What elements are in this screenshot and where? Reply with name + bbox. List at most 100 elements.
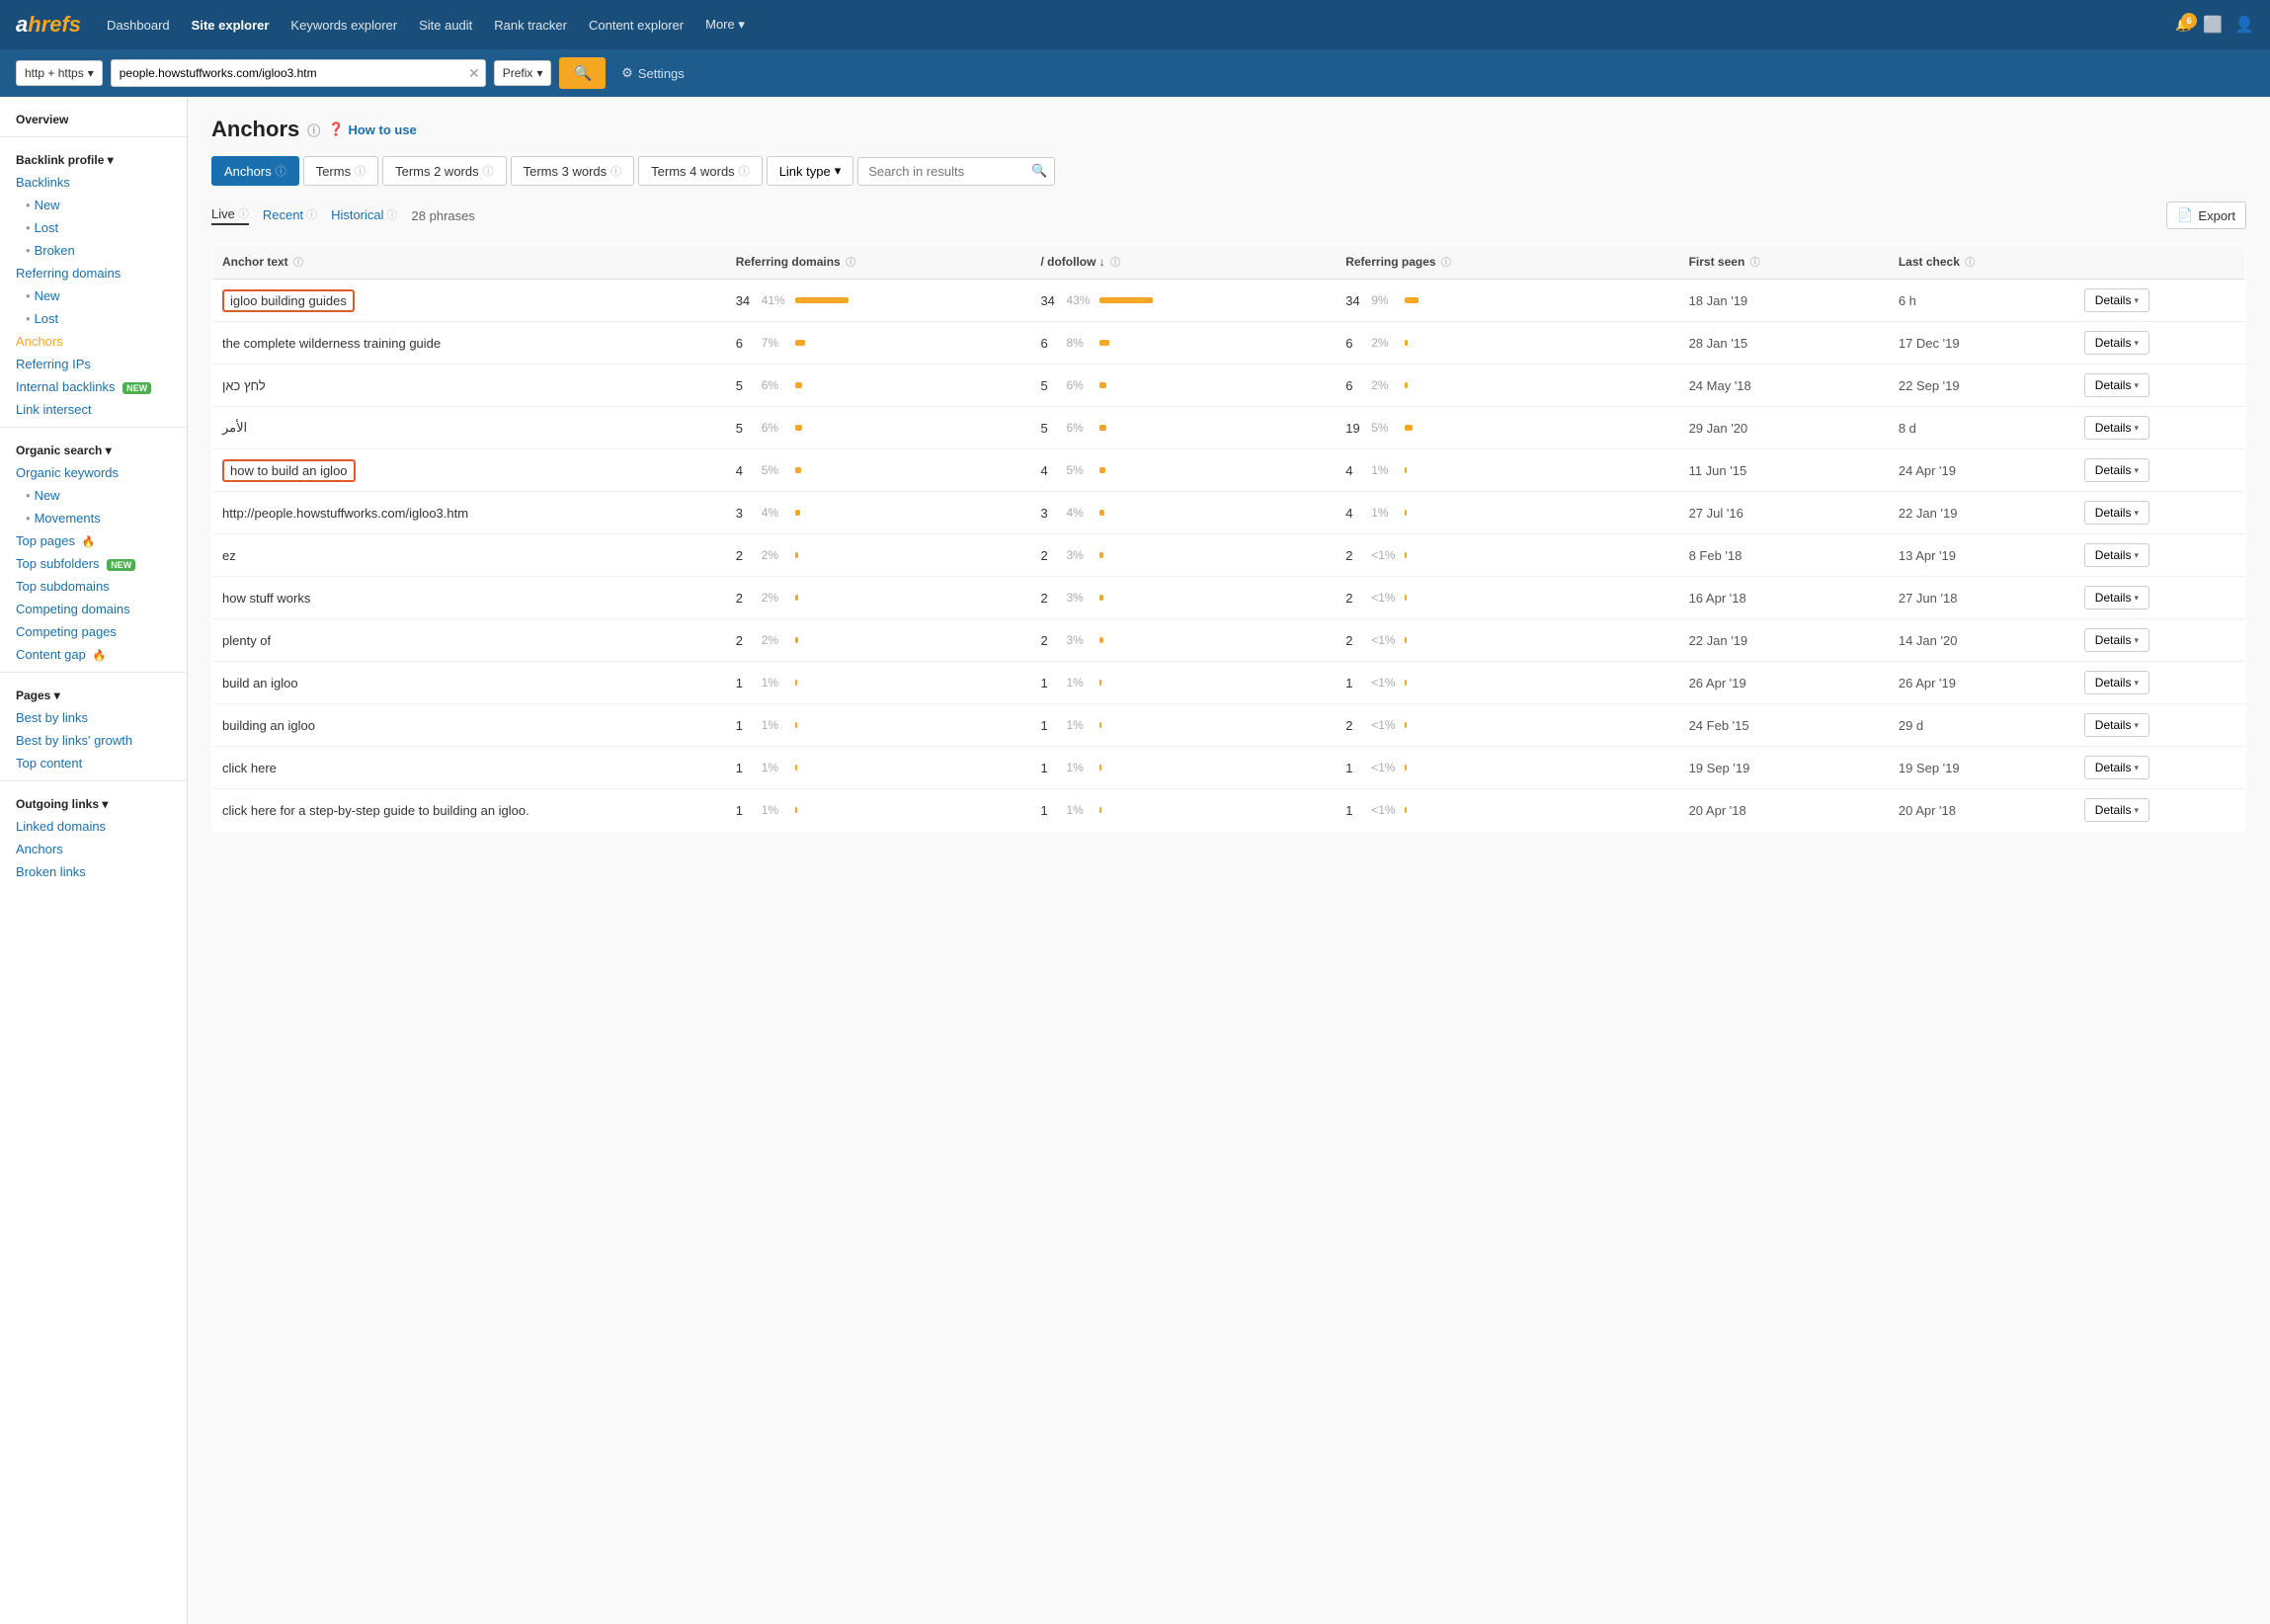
last-check-cell: 17 Dec '19 [1889, 322, 2074, 365]
top-nav: ahrefs Dashboard Site explorer Keywords … [0, 0, 2270, 49]
user-icon[interactable]: 👤 [2234, 15, 2254, 35]
how-to-use-link[interactable]: ❓ How to use [328, 122, 417, 137]
details-button[interactable]: Details ▾ [2084, 671, 2149, 694]
details-button[interactable]: Details ▾ [2084, 416, 2149, 440]
tab-terms[interactable]: Terms ⓘ [303, 156, 378, 186]
tab-terms-2[interactable]: Terms 2 words ⓘ [382, 156, 507, 186]
col-header-dofollow: / dofollow ↓ ⓘ [1030, 244, 1336, 280]
data-tab-historical[interactable]: Historical ⓘ [331, 206, 397, 224]
details-button[interactable]: Details ▾ [2084, 288, 2149, 312]
sidebar-item-broken-links[interactable]: Broken links [0, 860, 187, 883]
details-button[interactable]: Details ▾ [2084, 628, 2149, 652]
nav-dashboard[interactable]: Dashboard [99, 14, 178, 37]
details-button[interactable]: Details ▾ [2084, 501, 2149, 525]
action-cell: Details ▾ [2074, 407, 2246, 449]
sidebar-item-outgoing-anchors[interactable]: Anchors [0, 838, 187, 860]
anchor-text[interactable]: how stuff works [222, 591, 310, 606]
link-type-filter[interactable]: Link type ▾ [767, 156, 854, 186]
anchor-text[interactable]: http://people.howstuffworks.com/igloo3.h… [222, 506, 468, 521]
anchor-text[interactable]: לחץ כאן [222, 378, 266, 393]
data-tab-live[interactable]: Live ⓘ [211, 205, 249, 225]
sidebar-item-organic-keywords[interactable]: Organic keywords [0, 461, 187, 484]
nav-more[interactable]: More ▾ [697, 13, 753, 37]
sidebar-item-top-content[interactable]: Top content [0, 752, 187, 774]
anchor-text[interactable]: the complete wilderness training guide [222, 336, 441, 351]
first-seen-cell: 29 Jan '20 [1679, 407, 1889, 449]
logo[interactable]: ahrefs [16, 12, 81, 38]
details-button[interactable]: Details ▾ [2084, 713, 2149, 737]
nav-keywords-explorer[interactable]: Keywords explorer [283, 14, 405, 37]
first-seen-cell: 27 Jul '16 [1679, 492, 1889, 534]
nav-rank-tracker[interactable]: Rank tracker [486, 14, 575, 37]
anchor-text[interactable]: build an igloo [222, 676, 298, 690]
table-row: click here11%11%1<1%19 Sep '1919 Sep '19… [212, 747, 2246, 789]
sidebar-item-new[interactable]: •New [0, 194, 187, 216]
sidebar-item-broken[interactable]: •Broken [0, 239, 187, 262]
data-tab-recent[interactable]: Recent ⓘ [263, 206, 317, 224]
anchor-text[interactable]: igloo building guides [222, 289, 355, 312]
anchor-text[interactable]: how to build an igloo [222, 459, 356, 482]
sidebar-item-anchors[interactable]: Anchors [0, 330, 187, 353]
details-button[interactable]: Details ▾ [2084, 586, 2149, 609]
sidebar-item-movements[interactable]: •Movements [0, 507, 187, 529]
rd-cell: 22% [726, 619, 1031, 662]
anchor-text[interactable]: plenty of [222, 633, 271, 648]
monitor-icon[interactable]: ⬜ [2203, 15, 2223, 35]
nav-site-explorer[interactable]: Site explorer [184, 14, 278, 37]
sidebar-item-referring-ips[interactable]: Referring IPs [0, 353, 187, 375]
search-results-input[interactable] [857, 157, 1055, 186]
protocol-select[interactable]: http + https ▾ [16, 60, 103, 86]
export-button[interactable]: 📄 Export [2166, 202, 2246, 229]
sidebar-item-linked-domains[interactable]: Linked domains [0, 815, 187, 838]
sidebar-item-content-gap[interactable]: Content gap 🔥 [0, 643, 187, 666]
bell-icon[interactable]: 🔔 6 [2175, 17, 2191, 33]
data-bar-left: Live ⓘ Recent ⓘ Historical ⓘ 28 phrases [211, 205, 475, 225]
sidebar-item-lost[interactable]: •Lost [0, 216, 187, 239]
historical-info-icon: ⓘ [387, 206, 398, 222]
nav-content-explorer[interactable]: Content explorer [581, 14, 691, 37]
sidebar-item-top-pages[interactable]: Top pages 🔥 [0, 529, 187, 552]
tab-terms-4[interactable]: Terms 4 words ⓘ [638, 156, 763, 186]
sidebar-item-referring-lost[interactable]: •Lost [0, 307, 187, 330]
sidebar-item-competing-pages[interactable]: Competing pages [0, 620, 187, 643]
sidebar-item-referring-domains[interactable]: Referring domains [0, 262, 187, 284]
sidebar-item-internal-backlinks[interactable]: Internal backlinks NEW [0, 375, 187, 398]
settings-button[interactable]: ⚙ Settings [621, 65, 685, 81]
anchor-text[interactable]: click here for a step-by-step guide to b… [222, 803, 529, 818]
url-input[interactable] [111, 59, 486, 87]
tab-anchors[interactable]: Anchors ⓘ [211, 156, 299, 186]
tab-terms-info: ⓘ [355, 163, 365, 179]
details-button[interactable]: Details ▾ [2084, 798, 2149, 822]
title-info-icon[interactable]: ⓘ [307, 121, 320, 139]
details-button[interactable]: Details ▾ [2084, 756, 2149, 779]
sidebar-item-link-intersect[interactable]: Link intersect [0, 398, 187, 421]
first-seen-cell: 19 Sep '19 [1679, 747, 1889, 789]
anchor-text[interactable]: ez [222, 548, 236, 563]
col-header-first: First seen ⓘ [1679, 244, 1889, 280]
anchor-text[interactable]: click here [222, 761, 277, 775]
sidebar-item-best-by-links-growth[interactable]: Best by links' growth [0, 729, 187, 752]
tab-terms-3[interactable]: Terms 3 words ⓘ [511, 156, 635, 186]
details-button[interactable]: Details ▾ [2084, 373, 2149, 397]
details-button[interactable]: Details ▾ [2084, 331, 2149, 355]
mode-select[interactable]: Prefix ▾ [494, 60, 552, 86]
search-button[interactable]: 🔍 [559, 57, 606, 89]
sidebar-item-top-subfolders[interactable]: Top subfolders NEW [0, 552, 187, 575]
sidebar-item-organic-new[interactable]: •New [0, 484, 187, 507]
last-check-cell: 20 Apr '18 [1889, 789, 2074, 832]
first-seen-cell: 26 Apr '19 [1679, 662, 1889, 704]
anchor-text[interactable]: الأمر [222, 420, 247, 435]
anchor-text[interactable]: building an igloo [222, 718, 315, 733]
nav-site-audit[interactable]: Site audit [411, 14, 480, 37]
last-check-cell: 14 Jan '20 [1889, 619, 2074, 662]
sidebar-item-referring-new[interactable]: •New [0, 284, 187, 307]
clear-url-icon[interactable]: ✕ [468, 65, 480, 82]
sidebar-item-backlinks[interactable]: Backlinks [0, 171, 187, 194]
details-button[interactable]: Details ▾ [2084, 543, 2149, 567]
last-check-cell: 6 h [1889, 280, 2074, 322]
sidebar-item-competing-domains[interactable]: Competing domains [0, 598, 187, 620]
sidebar-item-best-by-links[interactable]: Best by links [0, 706, 187, 729]
details-button[interactable]: Details ▾ [2084, 458, 2149, 482]
sidebar-item-top-subdomains[interactable]: Top subdomains [0, 575, 187, 598]
dofollow-cell: 23% [1030, 534, 1336, 577]
